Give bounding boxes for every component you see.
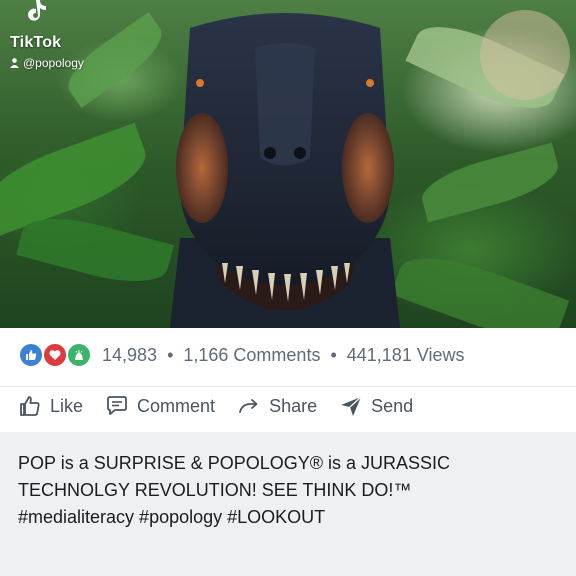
celebrate-reaction-icon bbox=[66, 342, 92, 368]
thumbs-up-icon bbox=[20, 396, 40, 416]
username-label: @popology bbox=[23, 56, 84, 70]
reactions-summary[interactable]: 14,983 • 1,166 Comments • 441,181 Views bbox=[18, 342, 465, 368]
send-label: Send bbox=[371, 395, 414, 416]
user-icon bbox=[10, 58, 19, 68]
post-text: POP is a SURPRISE & POPOLOGY® is a JURAS… bbox=[18, 453, 451, 527]
send-icon bbox=[341, 396, 362, 416]
like-reaction-icon bbox=[18, 342, 44, 368]
share-arrow-icon bbox=[239, 399, 258, 413]
leaf-decoration bbox=[416, 142, 564, 223]
like-label: Like bbox=[50, 395, 84, 416]
views-count[interactable]: 441,181 Views bbox=[347, 345, 465, 366]
tiktok-watermark: TikTok bbox=[10, 34, 62, 51]
send-button[interactable]: Send bbox=[339, 394, 413, 418]
video-username: @popology bbox=[10, 56, 84, 70]
separator-dot: • bbox=[330, 344, 337, 365]
action-bar: Like Comment Share Send bbox=[18, 394, 413, 418]
video-frame[interactable]: TikTok @popology bbox=[0, 0, 576, 328]
tiktok-logo-icon bbox=[28, 0, 46, 21]
social-bar: 14,983 • 1,166 Comments • 441,181 Views … bbox=[0, 328, 576, 432]
leaf-decoration bbox=[480, 10, 570, 100]
like-button[interactable]: Like bbox=[18, 394, 83, 418]
comment-icon bbox=[107, 396, 127, 415]
reaction-count[interactable]: 14,983 bbox=[102, 345, 157, 366]
engagement-stats: 14,983 • 1,166 Comments • 441,181 Views bbox=[102, 345, 465, 366]
comment-button[interactable]: Comment bbox=[105, 394, 215, 418]
love-reaction-icon bbox=[42, 342, 68, 368]
share-label: Share bbox=[269, 395, 318, 416]
share-button[interactable]: Share bbox=[237, 394, 317, 418]
dinosaur-image bbox=[170, 13, 400, 328]
separator-dot: • bbox=[167, 344, 174, 365]
post-body: POP is a SURPRISE & POPOLOGY® is a JURAS… bbox=[0, 432, 576, 576]
leaf-decoration bbox=[16, 206, 174, 294]
comment-label: Comment bbox=[137, 395, 216, 416]
divider bbox=[0, 386, 576, 387]
comments-count[interactable]: 1,166 Comments bbox=[183, 345, 320, 366]
leaf-decoration bbox=[390, 242, 570, 328]
